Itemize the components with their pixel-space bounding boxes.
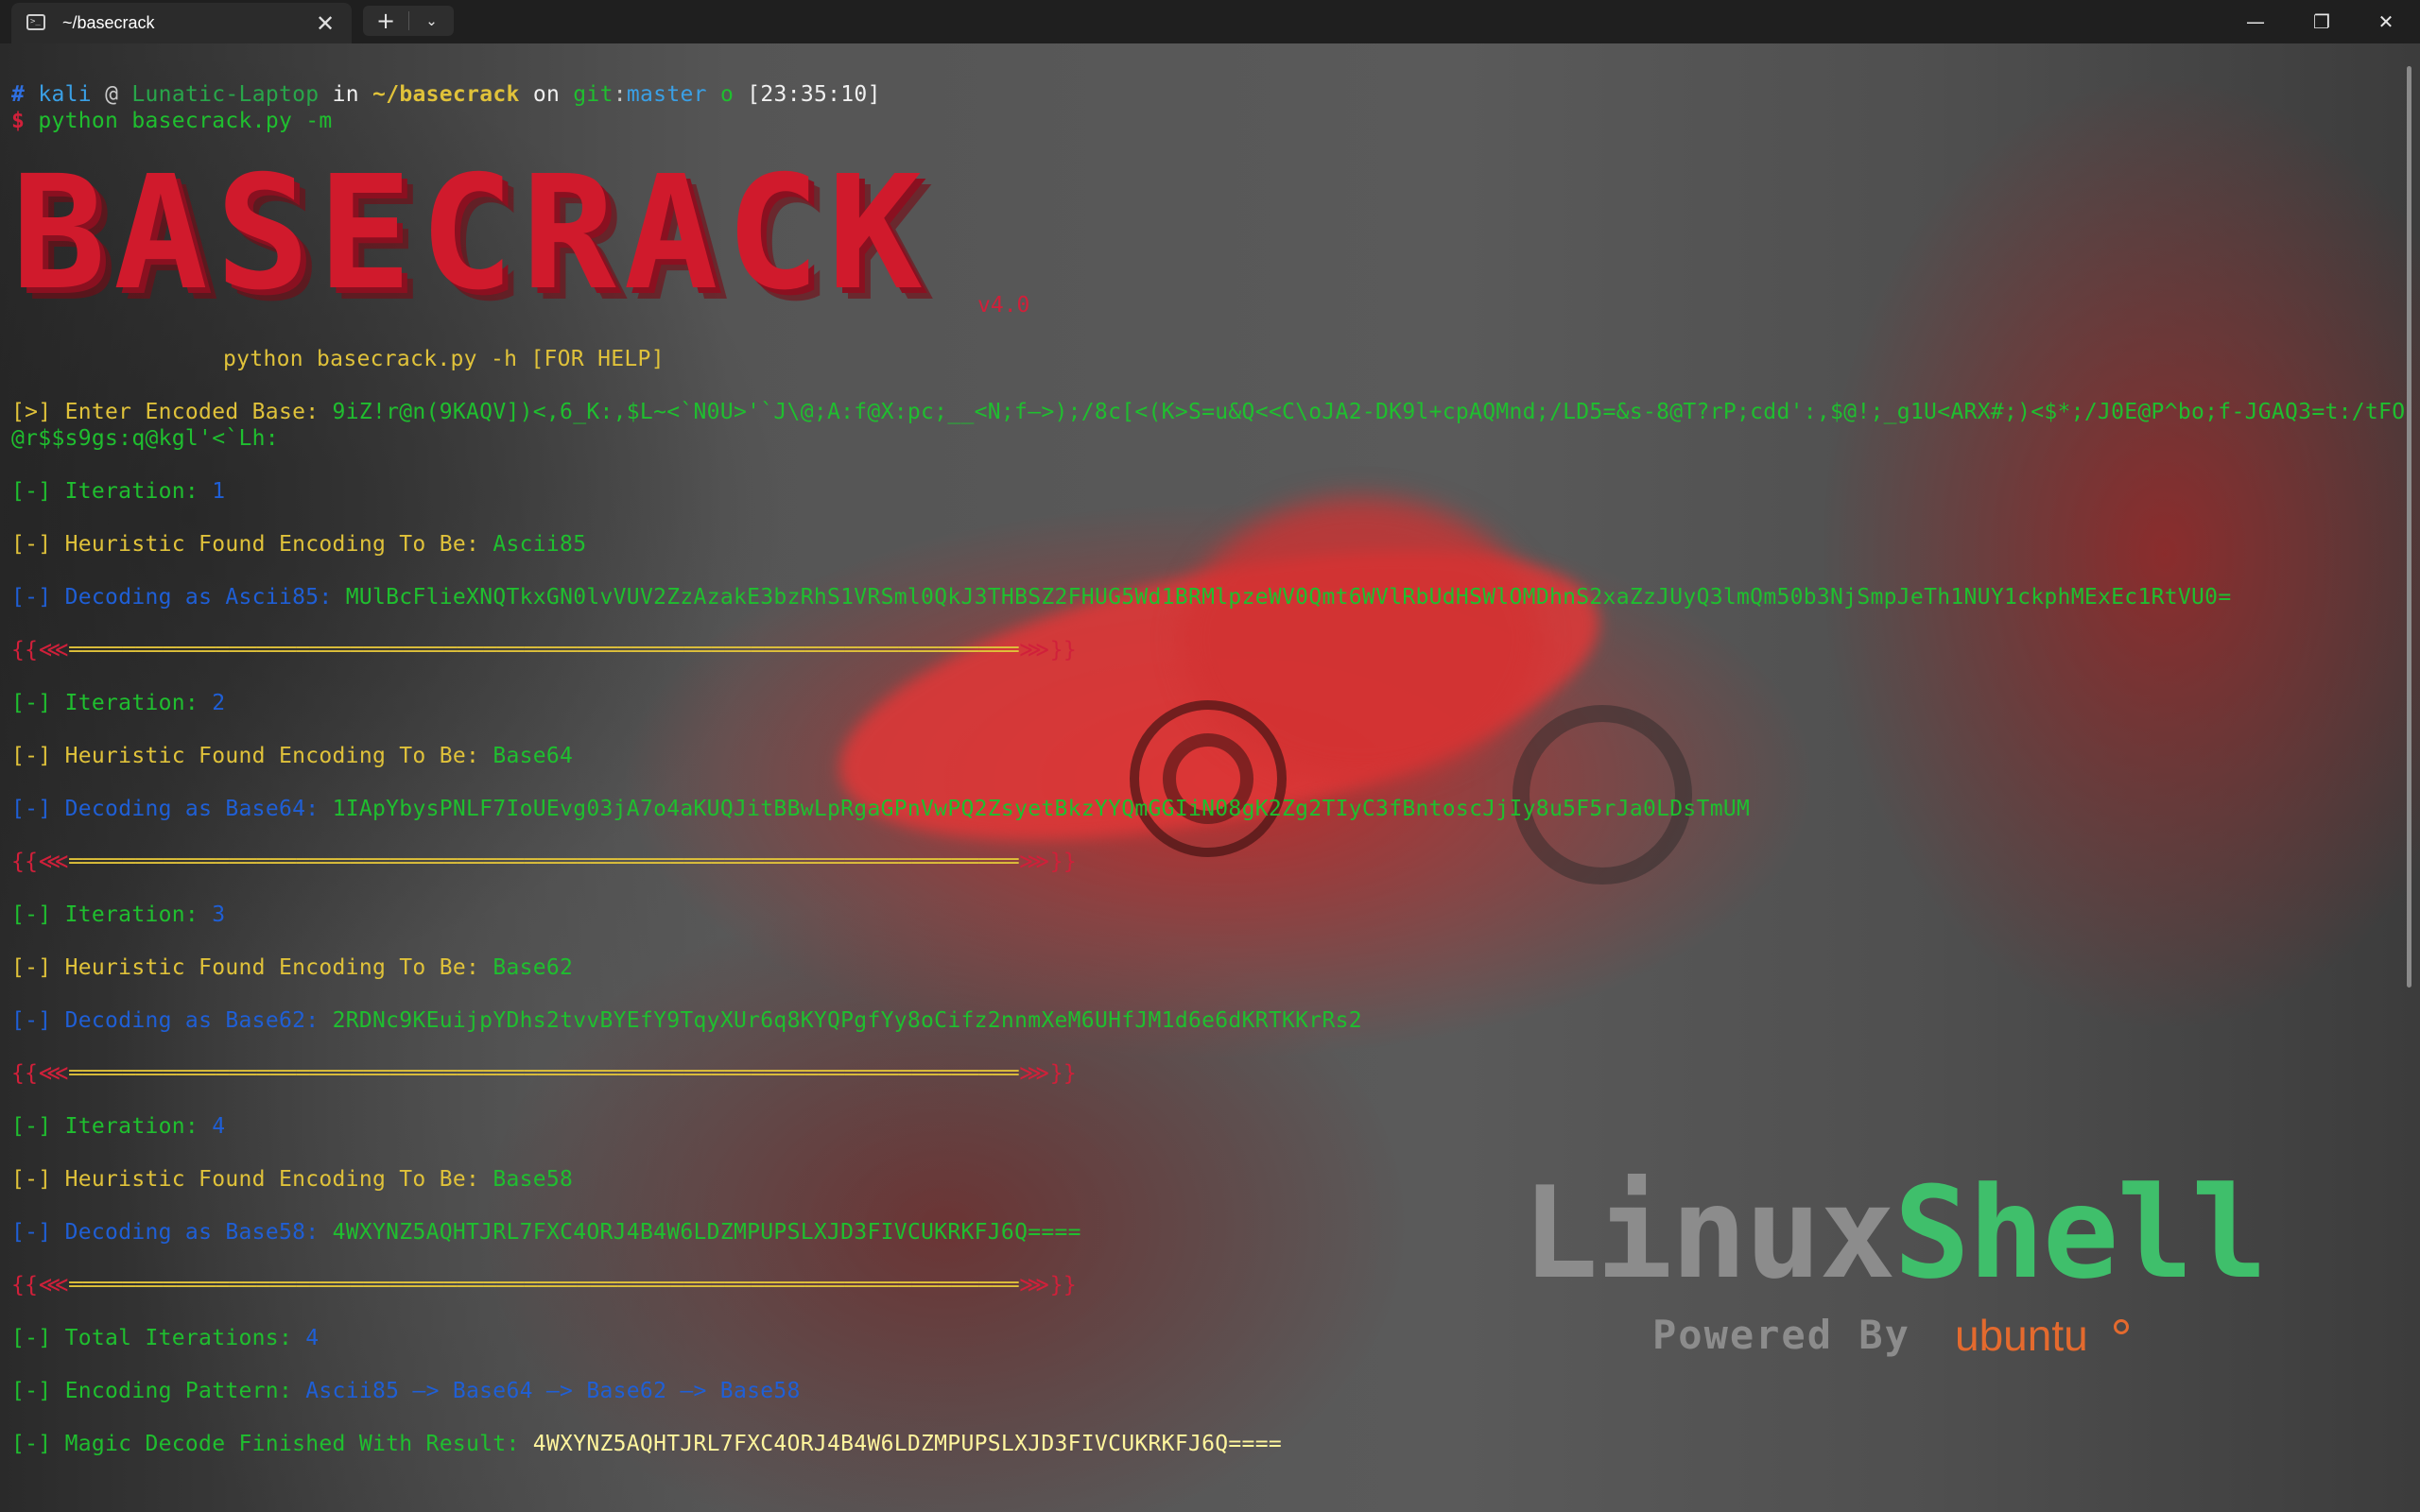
- total-iterations-line: [-] Total Iterations: 4: [11, 1325, 319, 1351]
- heuristic-label: [-] Heuristic Found Encoding To Be:: [11, 955, 480, 980]
- encoding-pattern-line: [-] Encoding Pattern: Ascii85 —> Base64 …: [11, 1378, 801, 1404]
- prompt-path: ~/basecrack: [372, 82, 520, 107]
- close-tab-icon[interactable]: ✕: [312, 10, 338, 37]
- iteration-number: 3: [212, 902, 226, 927]
- heuristic-line: [-] Heuristic Found Encoding To Be: Base…: [11, 743, 573, 769]
- encoded-value-cont: @r$$s9gs:q@kgl'<`Lh:: [11, 426, 279, 451]
- ubuntu-wordmark: ubuntu: [1955, 1311, 2088, 1360]
- prompt-on: on: [532, 82, 561, 107]
- decoding-line: [-] Decoding as Ascii85: MUlBcFlieXNQTkx…: [11, 584, 2231, 610]
- separator: {{⋘═════════════════════════════════════…: [11, 638, 1078, 662]
- decoding-line: [-] Decoding as Base62: 2RDNc9KEuijpYDhs…: [11, 1007, 1362, 1034]
- heuristic-label: [-] Heuristic Found Encoding To Be:: [11, 532, 480, 557]
- title-bar: >_ ~/basecrack ✕ + ⌄ — ❐ ✕: [0, 0, 2420, 43]
- decoding-prefix: [-]: [11, 797, 52, 821]
- decoding-label: Decoding as Base58:: [64, 1220, 320, 1245]
- prompt-dollar: $: [11, 109, 26, 133]
- prompt-status: o: [719, 82, 735, 107]
- heuristic-line: [-] Heuristic Found Encoding To Be: Asci…: [11, 531, 586, 558]
- iteration-label: [-] Iteration:: [11, 479, 199, 504]
- finish-line: [-] Magic Decode Finished With Result: 4…: [11, 1431, 1282, 1457]
- decoding-value: 4WXYNZ5AQHTJRL7FXC4ORJ4B4W6LDZMPUPSLXJD3…: [332, 1220, 1081, 1245]
- decoding-prefix: [-]: [11, 585, 52, 610]
- finish-value: 4WXYNZ5AQHTJRL7FXC4ORJ4B4W6LDZMPUPSLXJD3…: [532, 1432, 1282, 1456]
- enter-label: [>] Enter Encoded Base:: [11, 400, 320, 424]
- total-value: 4: [305, 1326, 320, 1350]
- close-window-button[interactable]: ✕: [2354, 0, 2418, 43]
- help-hint: python basecrack.py -h [FOR HELP]: [223, 347, 665, 371]
- iteration-number: 4: [212, 1114, 226, 1139]
- iteration-line: [-] Iteration: 4: [11, 1113, 225, 1140]
- prompt-in: in: [332, 82, 359, 107]
- decoding-value: 2RDNc9KEuijpYDhs2tvvBYEfY9TqyXUr6q8KYQPg…: [332, 1008, 1362, 1033]
- decoding-prefix: [-]: [11, 1008, 52, 1033]
- iteration-label: [-] Iteration:: [11, 691, 199, 715]
- minimize-button[interactable]: —: [2223, 0, 2288, 43]
- heuristic-value: Base62: [493, 955, 574, 980]
- prompt-host: Lunatic-Laptop: [131, 82, 320, 107]
- iteration-label: [-] Iteration:: [11, 1114, 199, 1139]
- iteration-label: [-] Iteration:: [11, 902, 199, 927]
- heuristic-value: Ascii85: [493, 532, 587, 557]
- heuristic-value: Base64: [493, 744, 574, 768]
- heuristic-line: [-] Heuristic Found Encoding To Be: Base…: [11, 954, 573, 981]
- separator: {{⋘═════════════════════════════════════…: [11, 1273, 1078, 1297]
- logo-linux: Linux: [1522, 1160, 1895, 1307]
- heuristic-label: [-] Heuristic Found Encoding To Be:: [11, 1167, 480, 1192]
- total-label: [-] Total Iterations:: [11, 1326, 293, 1350]
- iteration-line: [-] Iteration: 2: [11, 690, 225, 716]
- decoding-prefix: [-]: [11, 1220, 52, 1245]
- iteration-number: 2: [212, 691, 226, 715]
- command-text: python basecrack.py -m: [38, 109, 333, 133]
- finish-label: [-] Magic Decode Finished With Result:: [11, 1432, 520, 1456]
- prompt-hash: #: [11, 82, 26, 107]
- prompt-colon: :: [613, 82, 627, 107]
- ubuntu-circle-icon: [2114, 1319, 2129, 1334]
- chevron-down-icon[interactable]: ⌄: [409, 6, 454, 36]
- encoded-value: 9iZ!r@n(9KAQV])<,6_K:,$L~<`N0U>'`J\@;A:f…: [332, 400, 2406, 424]
- prompt-user: kali: [38, 82, 92, 107]
- heuristic-line: [-] Heuristic Found Encoding To Be: Base…: [11, 1166, 573, 1193]
- decoding-line: [-] Decoding as Base64: 1IApYbysPNLF7IoU…: [11, 796, 1750, 822]
- powered-by-label: Powered By: [1652, 1312, 1910, 1358]
- pattern-label: [-] Encoding Pattern:: [11, 1379, 293, 1403]
- scrollbar[interactable]: [2407, 66, 2411, 988]
- prompt-branch: master: [626, 82, 707, 107]
- banner-logo: BASECRACK: [11, 143, 930, 325]
- encoded-input-line: [>] Enter Encoded Base: 9iZ!r@n(9KAQV])<…: [11, 399, 2405, 425]
- new-tab-button[interactable]: +: [363, 6, 408, 36]
- iteration-number: 1: [212, 479, 226, 504]
- basecrack-banner: BASECRACK: [11, 143, 930, 325]
- separator: {{⋘═════════════════════════════════════…: [11, 850, 1078, 874]
- logo-shell: Shell: [1893, 1160, 2267, 1307]
- heuristic-value: Base58: [493, 1167, 574, 1192]
- restore-button[interactable]: ❐: [2290, 0, 2354, 43]
- tab-basecrack[interactable]: >_ ~/basecrack ✕: [11, 3, 352, 43]
- decoding-line: [-] Decoding as Base58: 4WXYNZ5AQHTJRL7F…: [11, 1219, 1081, 1246]
- decoding-label: Decoding as Base62:: [64, 1008, 320, 1033]
- new-tab-group: + ⌄: [363, 6, 454, 36]
- version-label: v4.0: [977, 293, 1030, 318]
- linuxshell-logo: LinuxShell: [1522, 1167, 2268, 1299]
- pattern-value: Ascii85 —> Base64 —> Base62 —> Base58: [305, 1379, 801, 1403]
- decoding-label: Decoding as Base64:: [64, 797, 320, 821]
- prompt-line: # kali @ Lunatic-Laptop in ~/basecrack o…: [11, 81, 881, 108]
- decoding-value: MUlBcFlieXNQTkxGN0lvVUV2ZzAzakE3bzRhS1VR…: [345, 585, 2232, 610]
- heuristic-label: [-] Heuristic Found Encoding To Be:: [11, 744, 480, 768]
- terminal-icon: >_: [26, 14, 45, 30]
- separator: {{⋘═════════════════════════════════════…: [11, 1061, 1078, 1086]
- iteration-line: [-] Iteration: 1: [11, 478, 225, 505]
- iteration-line: [-] Iteration: 3: [11, 902, 225, 928]
- decoding-label: Decoding as Ascii85:: [64, 585, 333, 610]
- prompt-git: git: [573, 82, 614, 107]
- prompt-at: @: [105, 82, 119, 107]
- tab-title: ~/basecrack: [62, 13, 155, 32]
- prompt-time: [23:35:10]: [747, 82, 881, 107]
- command-line: $ python basecrack.py -m: [11, 108, 333, 134]
- decoding-value: 1IApYbysPNLF7IoUEvg03jA7o4aKUQJitBBwLpRg…: [332, 797, 1751, 821]
